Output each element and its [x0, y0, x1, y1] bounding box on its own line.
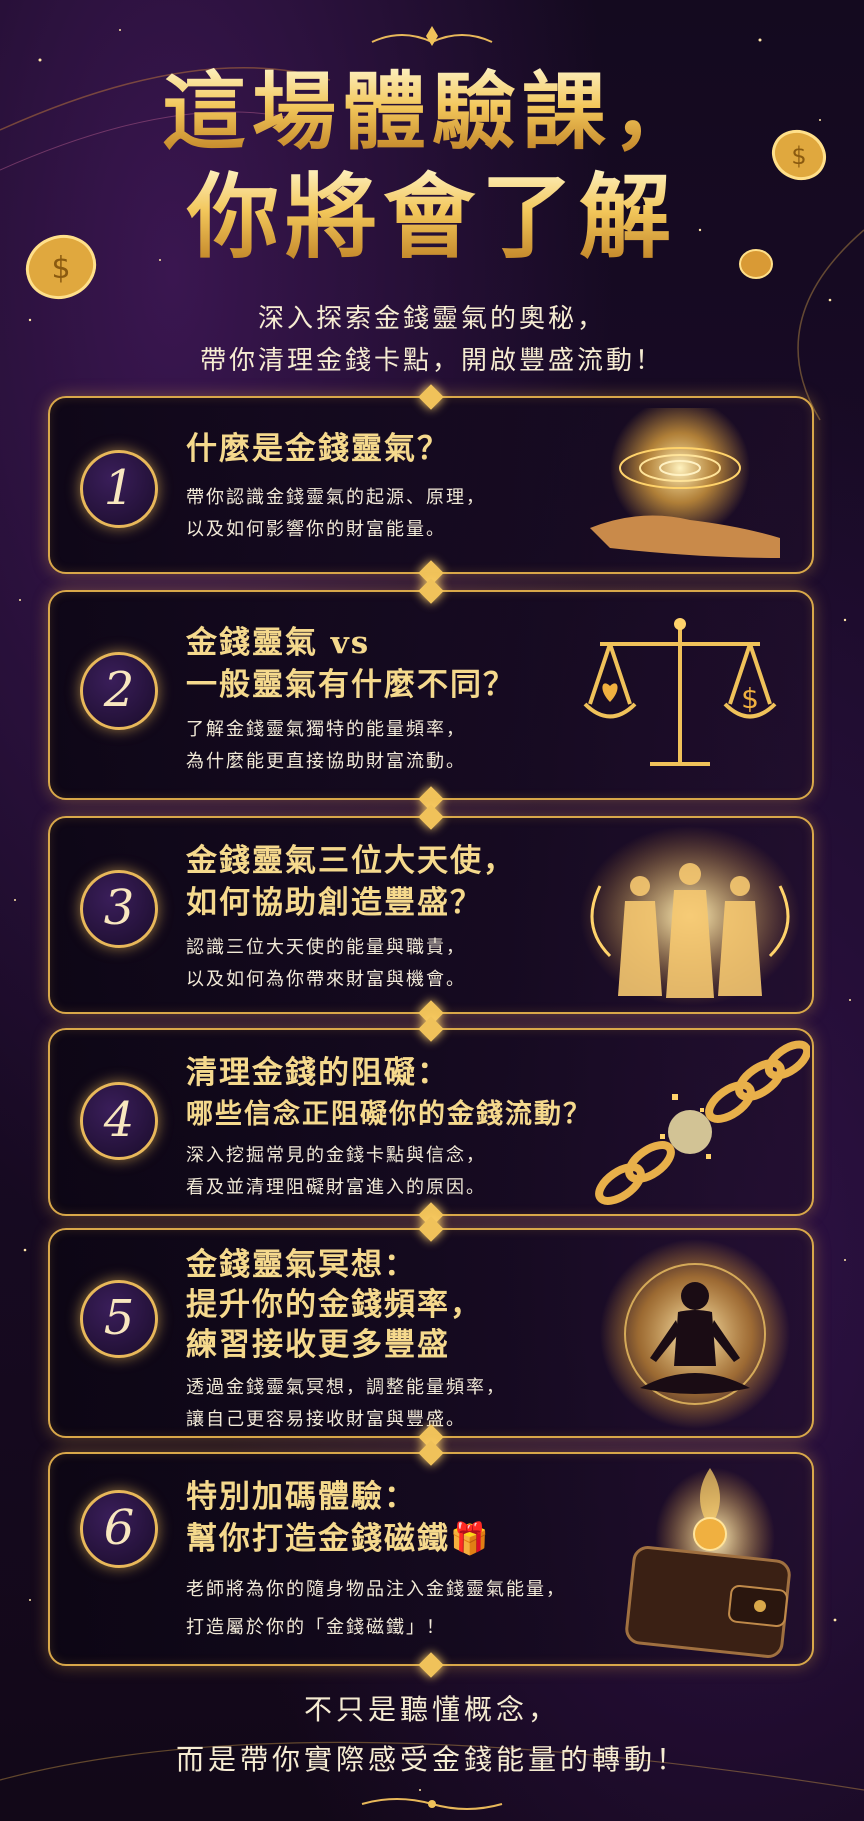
- card-title-line3: 練習接收更多豐盛: [186, 1327, 450, 1363]
- subtitle-line2: 帶你清理金錢卡點，開啟豐盛流動！: [199, 346, 664, 376]
- step-number-badge: 2: [80, 652, 158, 730]
- meditation-figure-icon: [600, 1239, 790, 1429]
- card-desc-line2: 讓自己更容易接收財富與豐盛。: [186, 1409, 466, 1430]
- card-desc-line2: 為什麼能更直接協助財富流動。: [186, 751, 466, 772]
- card-title-line2: 哪些信念正阻礙你的金錢流動？: [186, 1099, 592, 1130]
- lesson-card-4: 4 清理金錢的阻礙： 哪些信念正阻礙你的金錢流動？ 深入挖掘常見的金錢卡點與信念…: [48, 1028, 814, 1216]
- lesson-card-6: 6 特別加碼體驗： 幫你打造金錢磁鐵🎁 老師將為你的隨身物品注入金錢靈氣能量， …: [48, 1452, 814, 1666]
- card-title-line1: 清理金錢的阻礙：: [186, 1055, 450, 1091]
- svg-text:$: $: [741, 682, 759, 715]
- card-title: 什麼是金錢靈氣？: [186, 431, 450, 467]
- card-title-line2: 幫你打造金錢磁鐵🎁: [186, 1521, 491, 1557]
- lesson-card-2: 2 金錢靈氣 vs 一般靈氣有什麼不同？ 了解金錢靈氣獨特的能量頻率， 為什麼能…: [48, 590, 814, 800]
- card-title-line1: 金錢靈氣三位大天使，: [186, 843, 516, 879]
- card-title-line1: 金錢靈氣冥想：: [186, 1247, 417, 1283]
- step-number-badge: 3: [80, 870, 158, 948]
- energy-spiral-hand-icon: [590, 408, 780, 558]
- lesson-card-3: 3 金錢靈氣三位大天使， 如何協助創造豐盛？ 認識三位大天使的能量與職責， 以及…: [48, 816, 814, 1014]
- lesson-card-5: 5 金錢靈氣冥想： 提升你的金錢頻率， 練習接收更多豐盛 透過金錢靈氣冥想，調整…: [48, 1228, 814, 1438]
- card-desc-line1: 透過金錢靈氣冥想，調整能量頻率，: [186, 1377, 506, 1398]
- footer-line2: 而是帶你實際感受金錢能量的轉動！: [175, 1743, 688, 1776]
- card-title-line2: 一般靈氣有什麼不同？: [186, 667, 516, 703]
- step-number-badge: 1: [80, 450, 158, 528]
- wallet-coin-icon: [625, 1468, 791, 1659]
- card-desc-line2: 打造屬於你的「金錢磁鐵」！: [186, 1617, 446, 1638]
- page-title-line2: 你將會了解: [0, 162, 864, 272]
- step-number-badge: 6: [80, 1490, 158, 1568]
- step-number-badge: 5: [80, 1280, 158, 1358]
- card-title-line2: 如何協助創造豐盛？: [186, 885, 483, 921]
- top-ornament: [371, 26, 493, 46]
- three-angels-icon: [580, 826, 800, 1006]
- card-title-line1: 特別加碼體驗：: [186, 1479, 417, 1515]
- card-desc-line2: 以及如何為你帶來財富與機會。: [186, 969, 466, 990]
- card-desc-line1: 了解金錢靈氣獨特的能量頻率，: [186, 719, 466, 740]
- broken-chain-icon: [595, 1040, 810, 1205]
- card-desc-line2: 看及並清理阻礙財富進入的原因。: [186, 1177, 486, 1198]
- card-title-line2: 提升你的金錢頻率，: [186, 1287, 483, 1323]
- card-desc-line1: 深入挖掘常見的金錢卡點與信念，: [186, 1145, 486, 1166]
- lesson-card-1: 1 什麼是金錢靈氣？ 帶你認識金錢靈氣的起源、原理， 以及如何影響你的財富能量。: [48, 396, 814, 574]
- card-desc-line2: 以及如何影響你的財富能量。: [186, 519, 446, 540]
- card-title-line1: 金錢靈氣 vs: [186, 625, 371, 661]
- step-number-badge: 4: [80, 1082, 158, 1160]
- page-title: 這場體驗課，: [0, 62, 864, 162]
- card-desc-line1: 認識三位大天使的能量與職責，: [186, 937, 466, 958]
- subtitle-line1: 深入探索金錢靈氣的奧秘，: [257, 304, 606, 334]
- balance-scale-icon: $: [583, 618, 777, 766]
- bottom-ornament: [361, 1798, 503, 1810]
- card-desc-line1: 老師將為你的隨身物品注入金錢靈氣能量，: [186, 1579, 566, 1600]
- card-desc-line1: 帶你認識金錢靈氣的起源、原理，: [186, 487, 486, 508]
- footer-line1: 不只是聽懂概念，: [303, 1693, 560, 1726]
